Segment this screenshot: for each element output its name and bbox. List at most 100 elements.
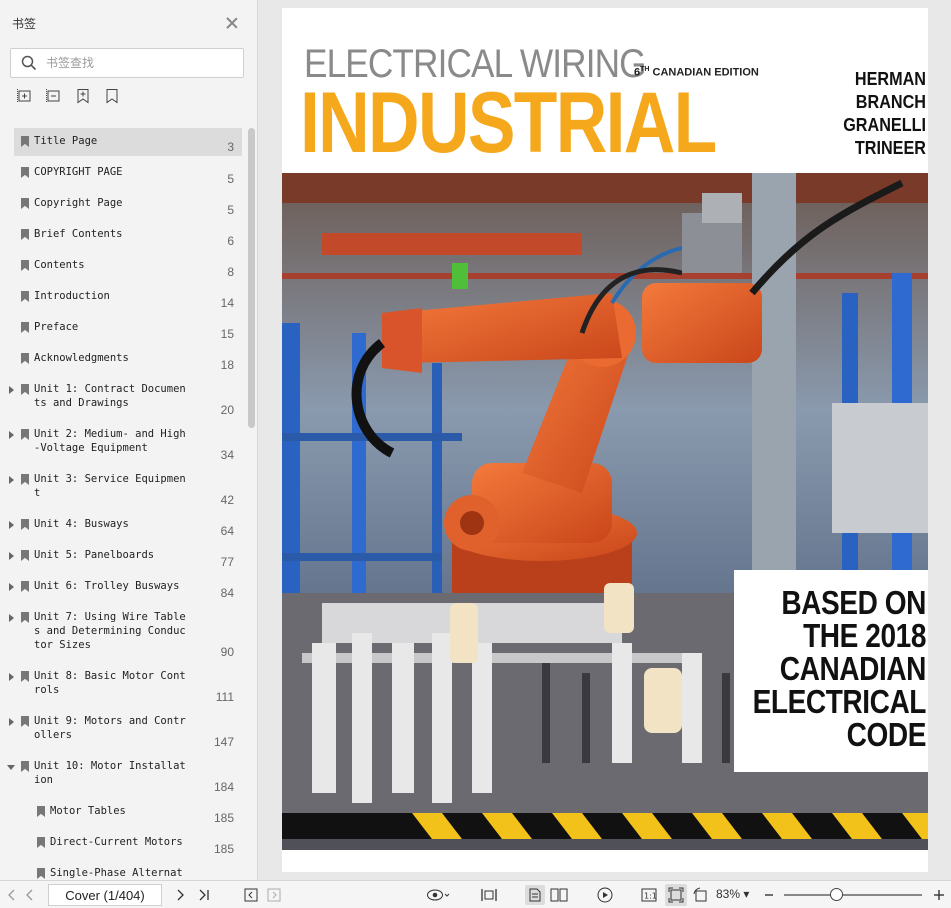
bookmark-flag-icon [21,322,29,333]
zoom-level-dropdown[interactable]: 83% ▾ [716,887,749,901]
zoom-slider[interactable] [784,894,922,896]
bookmark-page-number: 8 [227,265,234,279]
expand-arrow-icon[interactable] [9,386,14,394]
next-page-icon[interactable] [172,886,190,904]
bookmark-panel-title: 书签 [12,16,37,31]
bookmark-item[interactable]: Unit 5: Panelboards 77 [9,542,242,571]
collapse-arrow-icon[interactable] [7,765,15,770]
bookmark-flag-icon [21,353,29,364]
expand-all-icon[interactable] [16,87,34,105]
bookmark-list: Title Page 3 COPYRIGHT PAGE 5 Copyright Page… [0,122,248,880]
collapse-all-icon[interactable] [45,87,63,105]
zoom-slider-handle[interactable] [830,888,844,901]
bookmark-icon[interactable] [103,87,121,105]
bookmark-page-number: 77 [220,555,234,569]
bookmark-item[interactable]: Unit 9: Motors and Contr ollers 147 [9,708,242,751]
bookmark-item[interactable]: Unit 3: Service Equipmen t 42 [9,466,242,509]
bookmark-label: Unit 3: Service Equipmen t [34,473,186,499]
bookmark-panel-header: 书签 [0,0,257,46]
expand-arrow-icon[interactable] [9,718,14,726]
bookmark-item[interactable]: Preface 15 [14,314,242,343]
bookmark-search-input[interactable] [46,56,226,70]
cover-title: INDUSTRIAL [300,75,717,171]
bookmark-page-number: 6 [227,234,234,248]
bookmark-label: Unit 9: Motors and Contr ollers [34,715,186,741]
bookmark-flag-icon [21,260,29,271]
expand-arrow-icon[interactable] [9,431,14,439]
bookmark-label: Unit 2: Medium- and High -Voltage Equipm… [34,428,186,454]
bookmark-item[interactable]: Direct-Current Motors 185 [14,829,242,858]
forward-view-icon[interactable] [265,886,283,904]
two-page-icon[interactable] [550,886,568,904]
bookmark-search-box[interactable] [10,48,244,78]
bookmark-page-number: 18 [220,358,234,372]
add-bookmark-icon[interactable] [74,87,92,105]
bookmark-page-number: 184 [213,780,234,794]
play-slideshow-icon[interactable] [596,886,614,904]
fit-width-icon[interactable] [480,886,498,904]
bookmark-page-number: 90 [220,645,234,659]
bookmark-item[interactable]: Brief Contents 6 [14,221,242,250]
author-name: BRANCH [855,92,926,112]
bookmark-item[interactable]: Unit 2: Medium- and High -Voltage Equipm… [9,421,242,464]
bookmark-label: Direct-Current Motors [50,836,183,848]
bookmark-flag-icon [21,612,29,623]
bookmark-label: Unit 10: Motor Installat ion [34,760,186,786]
bookmark-item[interactable]: Unit 8: Basic Motor Cont rols 111 [9,663,242,706]
zoom-in-icon[interactable] [930,886,948,904]
bookmark-flag-icon [21,550,29,561]
previous-page-icon[interactable] [20,886,38,904]
bookmark-item[interactable]: Motor Tables 185 [14,798,242,827]
bookmark-flag-icon [21,716,29,727]
callout-line: CODE [846,716,927,753]
expand-arrow-icon[interactable] [9,583,14,591]
bookmark-item[interactable]: Unit 4: Busways 64 [9,511,242,540]
expand-arrow-icon[interactable] [9,552,14,560]
close-icon[interactable] [225,16,239,30]
bookmark-page-number: 14 [220,296,234,310]
bookmark-toolbar [0,78,257,114]
expand-arrow-icon[interactable] [9,476,14,484]
bookmark-page-number: 42 [220,493,234,507]
bookmark-page-number: 5 [227,203,234,217]
bookmark-item[interactable]: Unit 6: Trolley Busways 84 [9,573,242,602]
back-view-icon[interactable] [242,886,260,904]
actual-size-icon[interactable]: 1:1 [640,886,658,904]
bookmark-item[interactable]: Single-Phase Alternat ing-Current Motors… [14,860,242,880]
bookmark-label: Unit 1: Contract Documen ts and Drawings [34,383,186,409]
first-page-arrow-icon[interactable] [2,886,20,904]
bookmark-page-number: 84 [220,586,234,600]
bookmark-label: Unit 7: Using Wire Table s and Determini… [34,611,186,651]
bookmark-item[interactable]: Unit 7: Using Wire Table s and Determini… [9,604,242,661]
pdf-page: ELECTRICAL WIRING 6TH CANADIAN EDITION I… [282,8,928,872]
bookmark-scrollbar[interactable] [248,128,255,428]
bookmark-label: Contents [34,259,85,271]
last-page-icon[interactable] [196,886,214,904]
bookmark-item[interactable]: Unit 1: Contract Documen ts and Drawings… [9,376,242,419]
svg-text:1:1: 1:1 [644,892,657,901]
bookmark-item[interactable]: Unit 10: Motor Installat ion 184 [7,753,242,796]
bookmark-item[interactable]: Title Page 3 [14,128,242,156]
expand-arrow-icon[interactable] [9,614,14,622]
page-number-field[interactable]: Cover (1/404) [48,884,162,906]
bookmark-flag-icon [21,761,29,772]
zoom-out-icon[interactable] [760,886,778,904]
bookmark-item[interactable]: Acknowledgments 18 [14,345,242,374]
rotate-icon[interactable] [692,886,710,904]
bookmark-item[interactable]: Copyright Page 5 [14,190,242,219]
bookmark-item[interactable]: Introduction 14 [14,283,242,312]
document-view[interactable]: ELECTRICAL WIRING 6TH CANADIAN EDITION I… [259,0,951,880]
fit-page-icon[interactable] [665,884,687,906]
single-page-icon[interactable] [525,885,545,905]
author-name: GRANELLI [843,115,926,135]
bookmark-label: Unit 4: Busways [34,518,129,530]
bookmark-page-number: 111 [215,690,234,704]
expand-arrow-icon[interactable] [9,673,14,681]
bookmark-item[interactable]: COPYRIGHT PAGE 5 [14,159,242,188]
eye-view-mode-icon[interactable] [425,886,453,904]
bookmark-item[interactable]: Contents 8 [14,252,242,281]
bookmark-flag-icon [21,474,29,485]
cover-callout-box: BASED ON THE 2018 CANADIAN ELECTRICAL CO… [734,570,928,772]
expand-arrow-icon[interactable] [9,521,14,529]
cover-callout: BASED ON THE 2018 CANADIAN ELECTRICAL CO… [753,586,927,753]
